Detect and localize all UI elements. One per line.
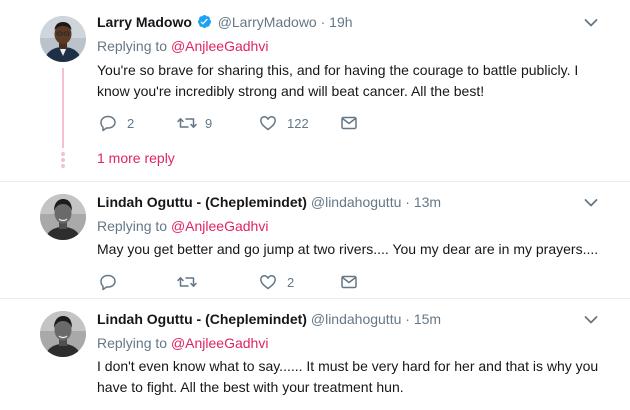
retweet-count: 9 bbox=[205, 115, 213, 131]
avatar[interactable] bbox=[40, 194, 86, 240]
like-icon bbox=[260, 116, 276, 131]
message-icon bbox=[341, 116, 357, 130]
handle[interactable]: @lindahoguttu bbox=[311, 194, 402, 210]
reply-button[interactable]: 2 bbox=[99, 113, 134, 133]
chevron-down-icon[interactable] bbox=[584, 198, 598, 208]
chevron-down-icon[interactable] bbox=[584, 18, 598, 28]
replying-to-label: Replying to bbox=[97, 38, 168, 54]
tweet-header: Lindah Oguttu - (Cheplemindet) @lindahog… bbox=[97, 193, 441, 211]
retweet-button[interactable] bbox=[177, 272, 207, 292]
replying-to: Replying to @AnjleeGadhvi bbox=[97, 37, 268, 55]
message-icon bbox=[341, 275, 357, 289]
timestamp[interactable]: 15m bbox=[414, 311, 441, 327]
tweet-header: Lindah Oguttu - (Cheplemindet) @lindahog… bbox=[97, 310, 441, 328]
tweet-header: Larry Madowo @LarryMadowo · 19h bbox=[97, 13, 353, 33]
retweet-button[interactable]: 9 bbox=[177, 113, 212, 133]
separator: · bbox=[320, 14, 326, 30]
replying-to-label: Replying to bbox=[97, 218, 168, 234]
retweet-icon bbox=[177, 277, 197, 287]
like-count: 122 bbox=[287, 115, 309, 131]
more-replies-link[interactable]: 1 more reply bbox=[97, 149, 175, 167]
separator: · bbox=[405, 311, 410, 327]
timestamp[interactable]: 13m bbox=[414, 194, 441, 210]
retweet-icon bbox=[177, 118, 197, 128]
reply-button[interactable] bbox=[99, 272, 127, 292]
thread-line bbox=[62, 68, 64, 148]
avatar[interactable] bbox=[40, 311, 86, 357]
like-button[interactable]: 122 bbox=[259, 113, 309, 133]
replying-to: Replying to @AnjleeGadhvi bbox=[97, 217, 268, 235]
display-name[interactable]: Lindah Oguttu - (Cheplemindet) bbox=[97, 194, 307, 210]
avatar[interactable] bbox=[40, 16, 86, 62]
message-button[interactable] bbox=[340, 272, 358, 292]
tweet-lindah-oguttu-2[interactable]: Lindah Oguttu - (Cheplemindet) @lindahog… bbox=[0, 299, 630, 410]
verified-icon bbox=[197, 14, 212, 33]
mention-link[interactable]: @AnjleeGadhvi bbox=[171, 218, 269, 234]
tweet-lindah-oguttu[interactable]: Lindah Oguttu - (Cheplemindet) @lindahog… bbox=[0, 182, 630, 298]
tweet-actions: 2 9 122 bbox=[97, 113, 357, 133]
like-count: 2 bbox=[287, 274, 295, 290]
tweet-text: I don't even know what to say...... It m… bbox=[97, 358, 599, 395]
reply-icon bbox=[100, 274, 116, 291]
reply-count: 2 bbox=[127, 115, 135, 131]
thread-dot bbox=[61, 152, 65, 156]
replying-to-label: Replying to bbox=[97, 335, 168, 351]
handle[interactable]: @lindahoguttu bbox=[311, 311, 402, 327]
timestamp[interactable]: 19h bbox=[329, 14, 352, 30]
display-name[interactable]: Larry Madowo bbox=[97, 14, 192, 30]
tweet-text: You're so brave for sharing this, and fo… bbox=[97, 62, 579, 99]
tweet-text: May you get better and go jump at two ri… bbox=[97, 241, 599, 257]
tweet-larry-madowo[interactable]: Larry Madowo @LarryMadowo · 19h Replying… bbox=[0, 0, 630, 181]
mention-link[interactable]: @AnjleeGadhvi bbox=[171, 38, 269, 54]
reply-icon bbox=[100, 115, 116, 132]
chevron-down-icon[interactable] bbox=[584, 315, 598, 325]
like-button[interactable]: 2 bbox=[259, 272, 294, 292]
separator: · bbox=[405, 194, 410, 210]
mention-link[interactable]: @AnjleeGadhvi bbox=[171, 335, 269, 351]
message-button[interactable] bbox=[340, 113, 358, 133]
thread-dot bbox=[61, 164, 65, 168]
replying-to: Replying to @AnjleeGadhvi bbox=[97, 334, 268, 352]
tweet-actions: 2 bbox=[97, 272, 357, 292]
display-name[interactable]: Lindah Oguttu - (Cheplemindet) bbox=[97, 311, 307, 327]
like-icon bbox=[260, 275, 276, 290]
handle[interactable]: @LarryMadowo bbox=[218, 14, 317, 30]
thread-dot bbox=[61, 158, 65, 162]
